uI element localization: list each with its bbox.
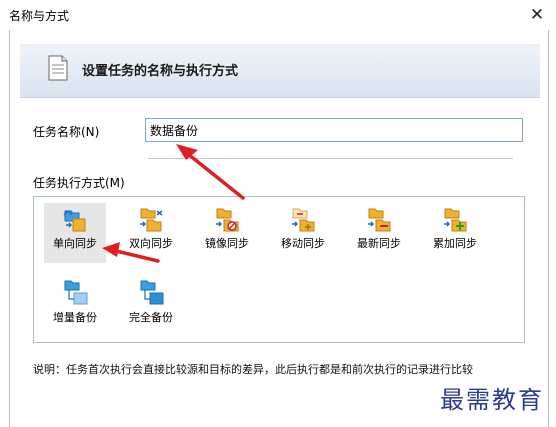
document-icon: [48, 55, 68, 81]
mode-item-label: 完全备份: [129, 311, 173, 324]
window-title: 名称与方式: [9, 9, 70, 23]
full-backup-icon: [140, 280, 164, 305]
mode-item-mirror[interactable]: 镜像同步: [196, 203, 258, 263]
two-way-sync-icon: [140, 208, 163, 232]
task-name-input[interactable]: [145, 118, 523, 142]
task-name-label: 任务名称(N): [33, 125, 100, 139]
mode-item-incremental[interactable]: 增量备份: [44, 277, 106, 337]
mode-item-label: 镜像同步: [205, 237, 249, 250]
mode-item-label: 累加同步: [433, 237, 477, 250]
mode-item-label: 单向同步: [53, 237, 97, 250]
mode-item-two-way[interactable]: 双向同步: [120, 203, 182, 263]
mode-item-accumulate[interactable]: 累加同步: [424, 203, 486, 263]
description-note: 说明：任务首次执行会直接比较源和目标的差异，此后执行都是和前次执行的记录进行比较: [33, 363, 473, 376]
header-banner: 设置任务的名称与执行方式: [20, 44, 540, 98]
separator: [148, 158, 513, 159]
header-title: 设置任务的名称与执行方式: [82, 64, 239, 79]
mode-item-label: 增量备份: [53, 311, 97, 324]
mode-item-label: 双向同步: [129, 237, 173, 250]
latest-sync-icon: [368, 208, 391, 232]
accumulate-sync-icon: [444, 208, 467, 232]
mode-item-one-way[interactable]: 单向同步: [44, 203, 106, 263]
mode-item-move[interactable]: 移动同步: [272, 203, 334, 263]
mode-item-latest[interactable]: 最新同步: [348, 203, 410, 263]
mode-item-full[interactable]: 完全备份: [120, 277, 182, 337]
close-icon[interactable]: ✕: [526, 4, 548, 26]
mode-list: 单向同步 双向同步 镜像同步 移动同步 最新同步 累加同步 增量备份 完全备份: [33, 196, 525, 343]
mirror-sync-icon: [216, 208, 239, 232]
one-way-sync-icon: [63, 209, 86, 232]
mode-item-label: 最新同步: [357, 237, 401, 250]
watermark-text: 最需教育: [440, 386, 544, 414]
mode-item-label: 移动同步: [281, 237, 325, 250]
mode-group-label: 任务执行方式(M): [33, 176, 125, 190]
move-sync-icon: [292, 208, 315, 232]
title-bar: 名称与方式 ✕: [0, 0, 556, 30]
incremental-backup-icon: [64, 280, 88, 305]
